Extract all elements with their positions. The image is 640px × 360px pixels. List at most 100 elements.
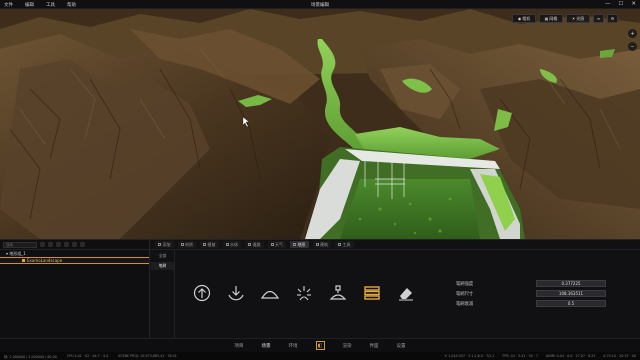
smooth-brush-button[interactable]	[259, 282, 280, 303]
brush-falloff-row: 笔刷衰减 0.5	[456, 299, 606, 308]
flatten-icon	[329, 284, 346, 300]
status-frame: 帧: 1 000000 / 1.000000 / 60.00	[4, 354, 57, 359]
viewport-camera-label: 相机	[522, 15, 531, 21]
tab-water[interactable]: 水体	[222, 241, 241, 248]
maximize-button[interactable]: ☐	[618, 1, 623, 7]
building-icon	[315, 243, 319, 246]
tab-building[interactable]: 建筑	[312, 241, 331, 248]
terrace-brush-button[interactable]	[361, 282, 382, 303]
scene-outliner: 搜索 ▾ 地形组_1 ExamoLandscape	[0, 240, 150, 339]
add-icon	[158, 243, 161, 246]
viewport-light-button[interactable]: ☀ 光照	[566, 14, 590, 23]
tab-material[interactable]: 材质	[177, 241, 196, 248]
copy-icon[interactable]	[56, 242, 61, 247]
noise-brush-button[interactable]	[293, 282, 314, 303]
category-brush[interactable]: 笔刷	[151, 262, 174, 270]
terrace-icon	[363, 285, 380, 300]
viewport-camera-button[interactable]: ◉ 相机	[512, 14, 536, 23]
nav-render[interactable]: 渲染	[343, 343, 352, 349]
mountain-icon	[293, 243, 296, 246]
eye-icon[interactable]	[72, 242, 77, 247]
tab-terrain[interactable]: 地形	[290, 241, 309, 248]
tab-road[interactable]: 道路	[245, 241, 264, 248]
nav-interface[interactable]: 界面	[370, 343, 379, 349]
landscape-icon	[22, 259, 25, 262]
outliner-landscape-label: ExamoLandscape	[27, 258, 63, 263]
folder-icon[interactable]	[48, 242, 53, 247]
tab-add-label: 添加	[162, 241, 171, 247]
tab-tools-label: 工具	[342, 241, 351, 247]
brush-tool-row	[191, 282, 416, 303]
viewport-layers-button[interactable]: ≡	[593, 14, 604, 23]
category-all[interactable]: 全部	[151, 252, 174, 260]
lower-brush-button[interactable]	[225, 282, 246, 303]
brush-properties: 笔刷强度 0.377225 笔刷尺寸 108.363511 笔刷衰减 0.5	[456, 279, 606, 309]
tab-weather-label: 天气	[275, 241, 283, 247]
tab-building-label: 建筑	[320, 241, 328, 247]
brush-strength-field[interactable]: 0.377225	[536, 280, 606, 287]
camera-icon: ◉	[517, 16, 522, 21]
close-button[interactable]: ✕	[631, 1, 636, 7]
status-bar: 帧: 1 000000 / 1.000000 / 60.00 CPU 4.01 …	[0, 352, 640, 360]
editor-category-list: 全部 笔刷	[151, 250, 175, 339]
tree-icon	[203, 243, 206, 246]
sun-icon: ☀	[571, 16, 576, 21]
zoom-out-button[interactable]: −	[628, 42, 637, 51]
tab-water-label: 水体	[230, 241, 238, 247]
filter-icon[interactable]	[40, 242, 45, 247]
tab-weather[interactable]: 天气	[267, 241, 286, 248]
status-anim: ANIM: 0.04 · 0.0 · 27,07 · 8.25	[545, 354, 596, 358]
erase-brush-button[interactable]	[395, 282, 416, 303]
outliner-group-row[interactable]: ▾ 地形组_1	[0, 250, 149, 257]
brush-falloff-field[interactable]: 0.5	[536, 300, 606, 307]
status-coords: Y: 1,044.557 · 2:1,2,6.0 · 7/2,1	[444, 354, 495, 358]
title-bar: 文件 编辑 工具 帮助 场景编辑 — ☐ ✕	[0, 0, 640, 9]
tab-tools[interactable]: 工具	[335, 241, 354, 248]
outliner-group-label: ▾ 地形组_1	[6, 250, 26, 256]
grid-icon: ▦	[544, 16, 549, 21]
status-scene: SCENE PROJ: 10,973,885,41 · 76.41	[118, 354, 177, 358]
tab-terrain-label: 地形	[297, 241, 306, 247]
hill-icon	[260, 290, 279, 299]
outliner-search-input[interactable]: 搜索	[3, 241, 37, 248]
settings-icon: ⚙	[610, 16, 615, 21]
zoom-in-button[interactable]: +	[628, 29, 637, 38]
status-right: Y: 1,044.557 · 2:1,2,6.0 · 7/2,1 FPS: 44…	[445, 354, 636, 358]
tab-vegetation[interactable]: 植被	[200, 241, 219, 248]
terrain-scene[interactable]	[0, 9, 640, 239]
arrow-down-circle-icon	[227, 285, 244, 300]
nav-environment[interactable]: 环境	[289, 343, 298, 349]
road-icon	[248, 243, 251, 246]
viewport-toolbar: ◉ 相机 ▦ 网格 ☀ 光照 ≡ ⚙	[512, 14, 618, 23]
nav-scene[interactable]: 场景	[262, 343, 271, 349]
nav-project[interactable]: 项目	[235, 343, 244, 349]
viewport-grid-label: 网格	[549, 15, 558, 21]
status-cpu: CPU 4.01 · 02 · 04.7 · 4.4	[66, 354, 109, 358]
raise-brush-button[interactable]	[191, 282, 212, 303]
terrain-editor-panel: 添加 材质 植被 水体 道路 天气 地形 建筑 工具 全部 笔刷 笔刷强度 0.…	[151, 240, 640, 339]
tab-add[interactable]: 添加	[155, 241, 174, 248]
viewport-settings-button[interactable]: ⚙	[607, 14, 618, 23]
tab-road-label: 道路	[252, 241, 261, 247]
cloud-icon	[270, 243, 274, 246]
brush-strength-row: 笔刷强度 0.377225	[456, 279, 606, 288]
nav-settings[interactable]: 设置	[397, 343, 406, 349]
brush-size-label: 笔刷尺寸	[456, 291, 474, 297]
lock-icon[interactable]	[80, 242, 85, 247]
outliner-landscape-row[interactable]: ExamoLandscape	[0, 257, 149, 264]
tab-material-label: 材质	[185, 241, 193, 247]
tab-vegetation-label: 植被	[207, 241, 216, 247]
brush-falloff-label: 笔刷衰减	[456, 301, 474, 307]
layers-icon: ≡	[596, 16, 601, 21]
viewport-side-tools: + −	[628, 29, 637, 51]
viewport-light-label: 光照	[576, 15, 585, 21]
brush-size-field[interactable]: 108.363511	[536, 290, 606, 297]
minimize-button[interactable]: —	[605, 1, 611, 7]
delete-icon[interactable]	[64, 242, 69, 247]
app-logo-icon[interactable]: ◧	[315, 341, 325, 350]
status-fps: FPS: 44 · 3.41 · 30 · 7	[502, 354, 538, 358]
water-icon	[225, 243, 229, 246]
3d-viewport[interactable]: ◉ 相机 ▦ 网格 ☀ 光照 ≡ ⚙ + −	[0, 9, 640, 239]
flatten-brush-button[interactable]	[327, 282, 348, 303]
viewport-grid-button[interactable]: ▦ 网格	[539, 14, 563, 23]
